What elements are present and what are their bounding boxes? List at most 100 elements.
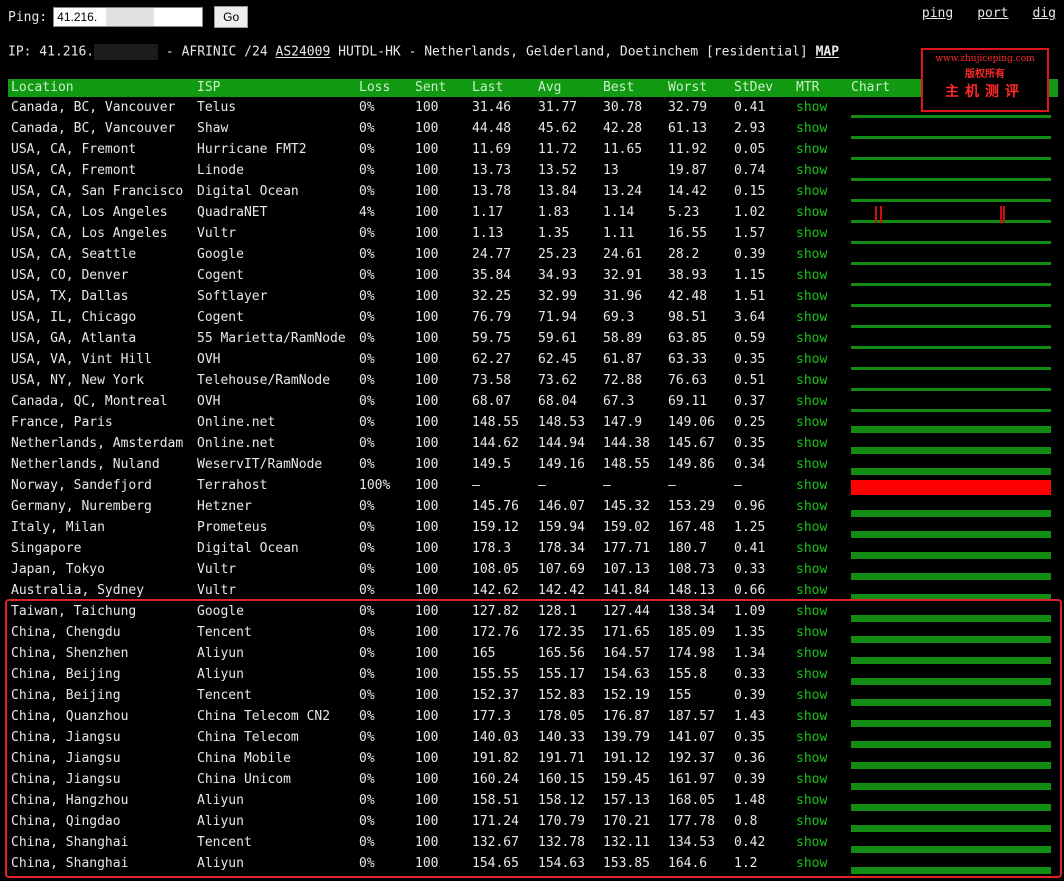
cell-best: 153.85 <box>603 856 650 871</box>
cell-location: USA, CA, Los Angeles <box>11 205 168 220</box>
mtr-show-link[interactable]: show <box>796 120 827 138</box>
cell-stdev: 1.09 <box>734 604 766 619</box>
latency-chart <box>851 762 1051 769</box>
mtr-show-link[interactable]: show <box>796 456 827 474</box>
cell-isp: WeservIT/RamNode <box>197 457 323 472</box>
asn-link[interactable]: AS24009 <box>276 45 331 60</box>
table-row: Italy, Milan Prometeus 0% 100 159.12 159.94 15… <box>8 519 1058 540</box>
ping-link[interactable]: ping <box>922 6 953 21</box>
table-row: China, Chengdu Tencent 0% 100 172.76 172.35 17… <box>8 624 1058 645</box>
packet-loss-spike <box>880 206 882 223</box>
ping-form: Ping: 41.216. Go <box>8 6 249 28</box>
cell-best: 148.55 <box>603 457 650 472</box>
cell-last: 59.75 <box>472 331 512 346</box>
latency-chart <box>851 178 1051 181</box>
cell-avg: 148.53 <box>538 415 585 430</box>
cell-best: 177.71 <box>603 541 650 556</box>
mtr-show-link[interactable]: show <box>796 750 827 768</box>
ip-prefix: IP: 41.216. <box>8 44 95 60</box>
mtr-show-link[interactable]: show <box>796 477 827 495</box>
cell-worst: 168.05 <box>668 793 715 808</box>
cell-sent: 100 <box>415 121 439 136</box>
cell-worst: 63.33 <box>668 352 708 367</box>
cell-sent: 100 <box>415 772 439 787</box>
mtr-show-link[interactable]: show <box>796 267 827 285</box>
cell-isp: Terrahost <box>197 478 268 493</box>
mtr-show-link[interactable]: show <box>796 834 827 852</box>
mtr-show-link[interactable]: show <box>796 372 827 390</box>
mtr-show-link[interactable]: show <box>796 204 827 222</box>
cell-loss: 0% <box>359 457 375 472</box>
mtr-show-link[interactable]: show <box>796 309 827 327</box>
cell-sent: 100 <box>415 499 439 514</box>
mtr-show-link[interactable]: show <box>796 183 827 201</box>
mtr-show-link[interactable]: show <box>796 813 827 831</box>
cell-worst: 69.11 <box>668 394 708 409</box>
mtr-show-link[interactable]: show <box>796 414 827 432</box>
go-button[interactable]: Go <box>214 6 249 28</box>
column-header-chart: Chart <box>851 80 891 95</box>
cell-worst: 76.63 <box>668 373 708 388</box>
cell-stdev: 0.41 <box>734 100 766 115</box>
table-row: Canada, QC, Montreal OVH 0% 100 68.07 68.04 67… <box>8 393 1058 414</box>
cell-best: 191.12 <box>603 751 650 766</box>
cell-last: 178.3 <box>472 541 512 556</box>
cell-sent: 100 <box>415 604 439 619</box>
cell-loss: 0% <box>359 310 375 325</box>
mtr-show-link[interactable]: show <box>796 99 827 117</box>
mtr-show-link[interactable]: show <box>796 288 827 306</box>
cell-best: 144.38 <box>603 436 650 451</box>
cell-loss: 0% <box>359 415 375 430</box>
cell-isp: Linode <box>197 163 244 178</box>
table-row: USA, NY, New York Telehouse/RamNode 0% 100 7… <box>8 372 1058 393</box>
table-row: Japan, Tokyo Vultr 0% 100 108.05 107.69 107.13… <box>8 561 1058 582</box>
mtr-show-link[interactable]: show <box>796 645 827 663</box>
mtr-show-link[interactable]: show <box>796 498 827 516</box>
mtr-show-link[interactable]: show <box>796 561 827 579</box>
ping-label: Ping: <box>8 9 48 25</box>
dig-link[interactable]: dig <box>1033 6 1056 21</box>
column-header-isp: ISP <box>197 80 221 95</box>
mtr-show-link[interactable]: show <box>796 141 827 159</box>
mtr-show-link[interactable]: show <box>796 225 827 243</box>
port-link[interactable]: port <box>977 6 1008 21</box>
cell-sent: 100 <box>415 835 439 850</box>
mtr-show-link[interactable]: show <box>796 771 827 789</box>
cell-isp: Aliyun <box>197 646 244 661</box>
table-row: Netherlands, Amsterdam Online.net 0% 100 144… <box>8 435 1058 456</box>
mtr-show-link[interactable]: show <box>796 351 827 369</box>
mtr-show-link[interactable]: show <box>796 708 827 726</box>
mtr-show-link[interactable]: show <box>796 393 827 411</box>
latency-chart <box>851 825 1051 832</box>
cell-sent: 100 <box>415 100 439 115</box>
mtr-show-link[interactable]: show <box>796 435 827 453</box>
mtr-show-link[interactable]: show <box>796 540 827 558</box>
mtr-show-link[interactable]: show <box>796 666 827 684</box>
latency-chart <box>851 615 1051 622</box>
mtr-show-link[interactable]: show <box>796 330 827 348</box>
mtr-show-link[interactable]: show <box>796 687 827 705</box>
mtr-show-link[interactable]: show <box>796 792 827 810</box>
cell-avg: 13.52 <box>538 163 578 178</box>
mtr-show-link[interactable]: show <box>796 519 827 537</box>
cell-location: Norway, Sandefjord <box>11 478 152 493</box>
mtr-show-link[interactable]: show <box>796 603 827 621</box>
cell-isp: Online.net <box>197 415 276 430</box>
cell-last: 11.69 <box>472 142 512 157</box>
cell-last: 177.3 <box>472 709 512 724</box>
mtr-show-link[interactable]: show <box>796 729 827 747</box>
latency-chart <box>851 531 1051 538</box>
mtr-show-link[interactable]: show <box>796 162 827 180</box>
packet-loss-spike <box>1000 206 1002 223</box>
cell-stdev: 0.33 <box>734 667 766 682</box>
ip-info-line: IP: 41.216. - AFRINIC /24 AS24009 HUTDL-… <box>8 44 839 60</box>
cell-best: 170.21 <box>603 814 650 829</box>
mtr-show-link[interactable]: show <box>796 246 827 264</box>
mtr-show-link[interactable]: show <box>796 582 827 600</box>
mtr-show-link[interactable]: show <box>796 624 827 642</box>
map-link[interactable]: MAP <box>816 45 839 60</box>
ping-input[interactable]: 41.216. <box>53 7 204 27</box>
cell-location: Germany, Nuremberg <box>11 499 152 514</box>
cell-avg: 45.62 <box>538 121 578 136</box>
mtr-show-link[interactable]: show <box>796 855 827 873</box>
